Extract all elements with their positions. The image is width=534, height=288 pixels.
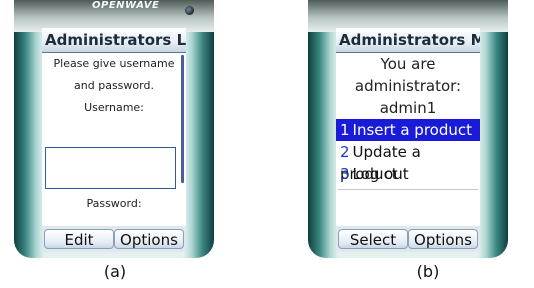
message-line-3: admin1 (379, 99, 437, 117)
password-label: Password: (86, 197, 142, 210)
menu-item-insert-product[interactable]: 1 Insert a product (336, 119, 480, 141)
menu-item-number: 1 (340, 121, 350, 139)
admin-menu-screen: You are administrator: admin1 1 Insert a … (336, 53, 480, 226)
divider (338, 189, 478, 190)
menu-item-update-product[interactable]: 2 Update a product (336, 141, 480, 183)
caption-a: (a) (103, 262, 127, 281)
phone-b: Administrators M... You are administrato… (308, 0, 508, 258)
options-softkey[interactable]: Options (408, 229, 478, 249)
screen-a: Administrators L... Please give username… (42, 28, 186, 252)
username-label: Username: (84, 101, 144, 114)
options-softkey[interactable]: Options (114, 229, 184, 249)
phone-a: OPENWAVE Administrators L... Please give… (14, 0, 214, 258)
caption-b: (b) (416, 262, 440, 281)
instruction-line-2: and password. (74, 79, 154, 92)
softkey-bar: Select Options (336, 226, 480, 252)
login-form: Please give username and password. Usern… (42, 53, 186, 226)
brand-logo: OPENWAVE (92, 0, 160, 11)
menu-list: 1 Insert a product 2 Update a product 3 Log… (336, 119, 480, 185)
scrollbar[interactable] (181, 55, 184, 183)
screen-b: Administrators M... You are administrato… (336, 28, 480, 252)
menu-item-log-out[interactable]: 3 Log out (336, 163, 480, 185)
menu-item-number: 3 (340, 165, 350, 183)
menu-item-number: 2 (340, 143, 350, 161)
message-line-1: You are (380, 55, 436, 73)
menu-item-label: Insert a product (352, 121, 472, 139)
screen-title: Administrators M... (336, 28, 480, 53)
select-softkey[interactable]: Select (338, 229, 408, 249)
message-line-2: administrator: (354, 77, 462, 95)
instruction-line-1: Please give username (53, 57, 175, 70)
screen-title: Administrators L... (42, 28, 186, 53)
earpiece-icon (185, 6, 194, 15)
menu-item-label: Log out (352, 165, 409, 183)
softkey-bar: Edit ▲▼ Options (42, 226, 186, 252)
edit-softkey[interactable]: Edit (44, 229, 114, 249)
username-input[interactable] (45, 147, 176, 189)
